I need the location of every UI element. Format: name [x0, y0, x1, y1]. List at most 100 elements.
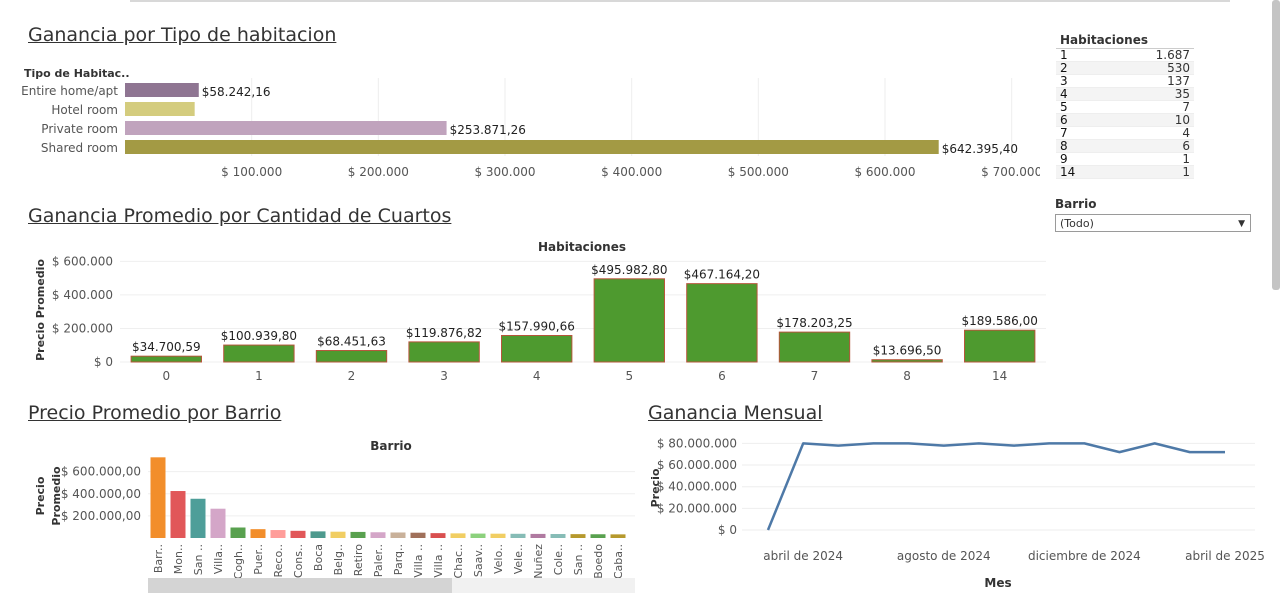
data-label: $157.990,66 [499, 319, 575, 333]
x-tick-label: $ 100.000 [221, 165, 282, 179]
category-label: Private room [41, 122, 118, 136]
table-row: 14 1 [1056, 166, 1194, 179]
data-label: $178.203,25 [776, 316, 852, 330]
table-cell-value: 7 [1182, 100, 1190, 114]
chart-header: Habitaciones [538, 240, 626, 254]
data-label: $467.164,20 [684, 268, 760, 282]
bar [230, 527, 246, 538]
bar [310, 531, 326, 538]
y-tick-label: $ 200.000,00 [61, 509, 141, 523]
table-cell-value: 1.687 [1155, 48, 1190, 62]
table-row: 3 137 [1056, 75, 1194, 88]
table-row: 4 35 [1056, 88, 1194, 101]
chevron-down-icon[interactable]: ▼ [1238, 215, 1245, 233]
bar [370, 532, 386, 538]
chart-ganancia-mensual: Precio$ 0$ 20.000.000$ 40.000.000$ 60.00… [649, 436, 1265, 590]
x-tick-label: Saav.. [472, 544, 485, 577]
habitaciones-table-header: Habitaciones [1056, 33, 1194, 49]
x-tick-label: 14 [992, 369, 1007, 383]
category-label: Shared room [41, 141, 118, 155]
chart-ganancia-promedio: Habitaciones Precio Promedio $ 0 $ 200.000 $… [34, 240, 1046, 383]
x-axis-label: Mes [984, 576, 1011, 590]
table-cell-key: 4 [1060, 87, 1068, 101]
chart-precio-barrio: BarrioPrecio Promedio$ 200.000,00$ 400.00… [34, 439, 635, 593]
x-tick-label: Mon.. [172, 544, 185, 574]
bar [430, 533, 446, 538]
bar [964, 329, 1036, 363]
x-tick-label: Cons.. [292, 544, 305, 578]
data-label: $495.982,80 [591, 263, 667, 277]
data-label: $68.451,63 [317, 335, 386, 349]
table-cell-key: 3 [1060, 74, 1068, 88]
table-cell-value: 1 [1182, 165, 1190, 179]
x-tick-label: Chac.. [452, 544, 465, 578]
data-label: $253.871,26 [450, 123, 526, 137]
y-tick-label: $ 0 [718, 523, 737, 537]
title-ganancia-promedio: Ganancia Promedio por Cantidad de Cuarto… [28, 205, 452, 227]
bar [350, 531, 366, 538]
category-label: Entire home/apt [21, 84, 118, 98]
bar [501, 334, 573, 363]
table-row: 6 10 [1056, 114, 1194, 127]
table-cell-key: 9 [1060, 152, 1068, 166]
x-tick-label: Belg.. [332, 544, 345, 575]
bar [270, 530, 286, 538]
y-tick-label: $ 200.000 [52, 321, 113, 335]
bar [778, 331, 851, 363]
data-label: $58.242,16 [202, 85, 271, 99]
table-cell-value: 137 [1167, 74, 1190, 88]
table-cell-value: 530 [1167, 61, 1190, 75]
habitaciones-table: Habitaciones 1 1.687 2 530 3 137 4 35 5 7 6 10 7 4 8 6 9… [1056, 33, 1194, 179]
data-label: $189.586,00 [962, 314, 1038, 328]
bar [125, 121, 447, 135]
y-tick-label: $ 80.000.000 [657, 436, 737, 450]
table-cell-key: 5 [1060, 100, 1068, 114]
data-label: $13.696,50 [873, 344, 942, 358]
x-tick-label: Cole.. [552, 544, 565, 575]
bar [871, 359, 943, 363]
page-scrollbar[interactable] [1272, 0, 1280, 290]
horizontal-scrollbar-thumb [148, 578, 452, 593]
table-cell-key: 8 [1060, 139, 1068, 153]
x-tick-label: Paler.. [372, 544, 385, 577]
bar [610, 534, 626, 538]
x-tick-label: Nuñez [532, 544, 545, 579]
bar [190, 498, 206, 538]
table-cell-key: 1 [1060, 48, 1068, 62]
category-label: Hotel room [51, 103, 118, 117]
bar [170, 491, 186, 538]
category-header: Tipo de Habitac.. [24, 67, 130, 80]
x-tick-label: Villa .. [412, 544, 425, 578]
x-tick-label: abril de 2024 [763, 549, 843, 563]
bar [510, 533, 526, 538]
y-axis-label: Precio Promedio [34, 259, 47, 361]
bar [315, 350, 388, 363]
x-tick-label: 3 [440, 369, 448, 383]
x-tick-label: $ 300.000 [474, 165, 535, 179]
x-tick-label: 6 [718, 369, 726, 383]
x-tick-label: 5 [625, 369, 633, 383]
y-tick-label: $ 0 [94, 355, 113, 369]
x-tick-label: Puer.. [252, 544, 265, 575]
x-tick-label: San .. [572, 544, 585, 575]
x-tick-label: abril de 2025 [1185, 549, 1265, 563]
x-tick-label: $ 200.000 [348, 165, 409, 179]
table-cell-key: 6 [1060, 113, 1068, 127]
y-tick-label: $ 600.000 [52, 254, 113, 268]
x-tick-label: $ 700.000 [981, 165, 1040, 179]
y-tick-label: $ 40.000.000 [657, 480, 737, 494]
bar [408, 341, 480, 363]
table-cell-value: 6 [1182, 139, 1190, 153]
table-cell-value: 35 [1174, 87, 1190, 101]
x-tick-label: 0 [162, 369, 170, 383]
y-tick-label: $ 600.000,00 [61, 465, 141, 479]
y-tick-label: $ 20.000.000 [657, 501, 737, 515]
x-tick-label: San .. [192, 544, 205, 575]
bar [570, 534, 586, 538]
bar [210, 508, 226, 538]
x-tick-label: Barr.. [152, 544, 165, 573]
x-tick-label: Retiro [352, 544, 365, 577]
barrio-filter-dropdown[interactable]: (Todo) ▼ [1055, 214, 1251, 232]
bar [470, 533, 486, 538]
x-tick-label: 8 [903, 369, 911, 383]
